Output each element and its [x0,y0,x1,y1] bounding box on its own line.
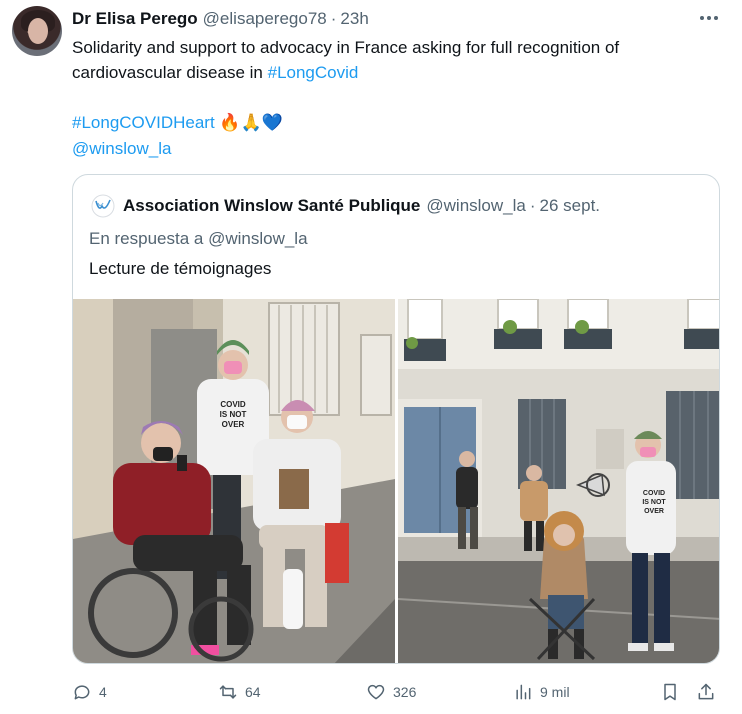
tweet-text-line-5: @winslow_la [72,136,722,161]
share-button[interactable] [696,678,716,706]
author-name[interactable]: Dr Elisa Perego [72,9,198,29]
retweet-icon [219,685,237,699]
tweet-text-line-2: cardiovascular disease in #LongCovid [72,60,722,85]
retweet-button[interactable]: 64 [218,678,261,706]
svg-text:IS NOT: IS NOT [220,410,247,419]
reply-button[interactable]: 4 [72,678,107,706]
winslow-logo-icon [91,194,115,218]
tweet-text-line-1: Solidarity and support to advocacy in Fr… [72,38,620,57]
avatar-face [28,18,48,44]
reply-count: 4 [99,684,107,700]
views-icon [516,684,531,700]
pray-emoji: 🙏 [240,113,262,133]
hashtag-longcovid[interactable]: #LongCovid [268,63,359,82]
action-bar: 4 64 326 9 mil [72,678,722,706]
quoted-author-handle[interactable]: @winslow_la [426,196,525,216]
more-icon[interactable] [697,10,721,26]
quoted-tweet[interactable]: Association Winslow Santé Publique @wins… [72,174,720,664]
like-icon [367,684,385,700]
hashtag-longcovidheart[interactable]: #LongCOVIDHeart [72,113,215,132]
svg-text:IS NOT: IS NOT [642,499,666,506]
blue-heart-emoji: 💙 [261,113,283,133]
photo-wheelchair-group[interactable]: COVID IS NOT OVER [73,299,395,663]
author-handle[interactable]: @elisaperego78 [203,9,327,29]
avatar[interactable] [12,6,62,56]
svg-text:COVID: COVID [643,490,665,497]
views-count: 9 mil [540,684,570,700]
tweet-header: Dr Elisa Perego @elisaperego78 · 23h [72,8,369,30]
views-button[interactable]: 9 mil [513,678,570,706]
reply-icon [74,685,90,700]
quoted-separator: · [529,196,536,215]
tweet-text-line-2-text: cardiovascular disease in [72,63,268,82]
svg-text:OVER: OVER [644,508,664,515]
tweet-text-line-4: #LongCOVIDHeart 🔥🙏💙 [72,110,722,136]
tweet-card[interactable]: Dr Elisa Perego @elisaperego78 · 23h Sol… [0,0,742,714]
bookmark-button[interactable] [660,678,680,706]
quoted-photos: COVID IS NOT OVER COVID IS NOT OVER [73,299,719,663]
mention-winslow[interactable]: @winslow_la [72,139,171,158]
photo-street-reading[interactable]: COVID IS NOT OVER [398,299,719,663]
separator-dot: · [330,9,337,28]
like-count: 326 [393,684,417,700]
fire-emoji: 🔥 [219,113,241,133]
quoted-reply-to: En respuesta a @winslow_la [89,229,308,248]
quoted-author-name[interactable]: Association Winslow Santé Publique [123,196,420,216]
retweet-count: 64 [245,684,261,700]
bookmark-icon [664,683,676,701]
svg-text:COVID: COVID [220,400,246,409]
quoted-date[interactable]: 26 sept. [540,196,601,216]
quoted-header: Association Winslow Santé Publique @wins… [91,194,600,218]
share-icon [698,683,714,700]
quoted-text: Lecture de témoignages [89,259,272,278]
tweet-text: Solidarity and support to advocacy in Fr… [72,35,722,161]
svg-text:OVER: OVER [222,420,245,429]
like-button[interactable]: 326 [366,678,416,706]
tweet-time[interactable]: 23h [340,9,368,29]
